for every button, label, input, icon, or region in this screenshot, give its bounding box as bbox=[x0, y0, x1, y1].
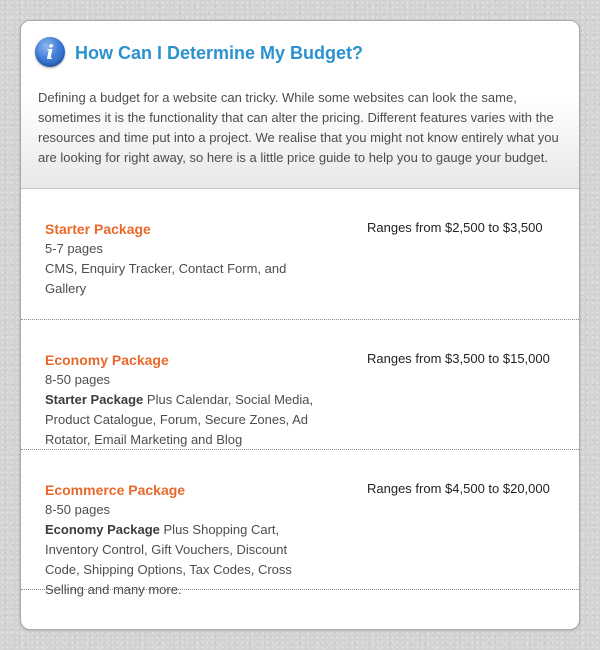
package-price: Ranges from $3,500 to $15,000 bbox=[367, 351, 550, 366]
budget-header: i How Can I Determine My Budget? Definin… bbox=[21, 21, 579, 189]
package-features: CMS, Enquiry Tracker, Contact Form, and … bbox=[45, 261, 287, 296]
intro-text: Defining a budget for a website can tric… bbox=[38, 90, 559, 165]
package-starter: Starter Package 5-7 pages CMS, Enquiry T… bbox=[21, 189, 579, 320]
package-info: Starter Package 5-7 pages CMS, Enquiry T… bbox=[45, 219, 325, 299]
package-features: Starter Package Plus Calendar, Social Me… bbox=[45, 390, 325, 450]
budget-card: i How Can I Determine My Budget? Definin… bbox=[20, 20, 580, 630]
package-name: Starter Package bbox=[45, 221, 151, 237]
package-price: Ranges from $4,500 to $20,000 bbox=[367, 481, 550, 496]
package-features: Economy Package Plus Shopping Cart, Inve… bbox=[45, 520, 325, 600]
info-icon: i bbox=[35, 37, 65, 67]
package-price: Ranges from $2,500 to $3,500 bbox=[367, 220, 543, 235]
package-features-prefix: Economy Package bbox=[45, 522, 160, 537]
package-info: Economy Package 8-50 pages Starter Packa… bbox=[45, 350, 325, 450]
page-title: How Can I Determine My Budget? bbox=[75, 43, 364, 63]
package-info: Ecommerce Package 8-50 pages Economy Pac… bbox=[45, 480, 325, 600]
package-name: Ecommerce Package bbox=[45, 482, 186, 498]
package-pages: 8-50 pages bbox=[45, 372, 111, 387]
package-features-prefix: Starter Package bbox=[45, 392, 144, 407]
package-name: Economy Package bbox=[45, 352, 169, 368]
package-economy: Economy Package 8-50 pages Starter Packa… bbox=[21, 320, 579, 450]
package-pages: 8-50 pages bbox=[45, 502, 111, 517]
package-ecommerce: Ecommerce Package 8-50 pages Economy Pac… bbox=[21, 450, 579, 597]
package-pages: 5-7 pages bbox=[45, 241, 103, 256]
